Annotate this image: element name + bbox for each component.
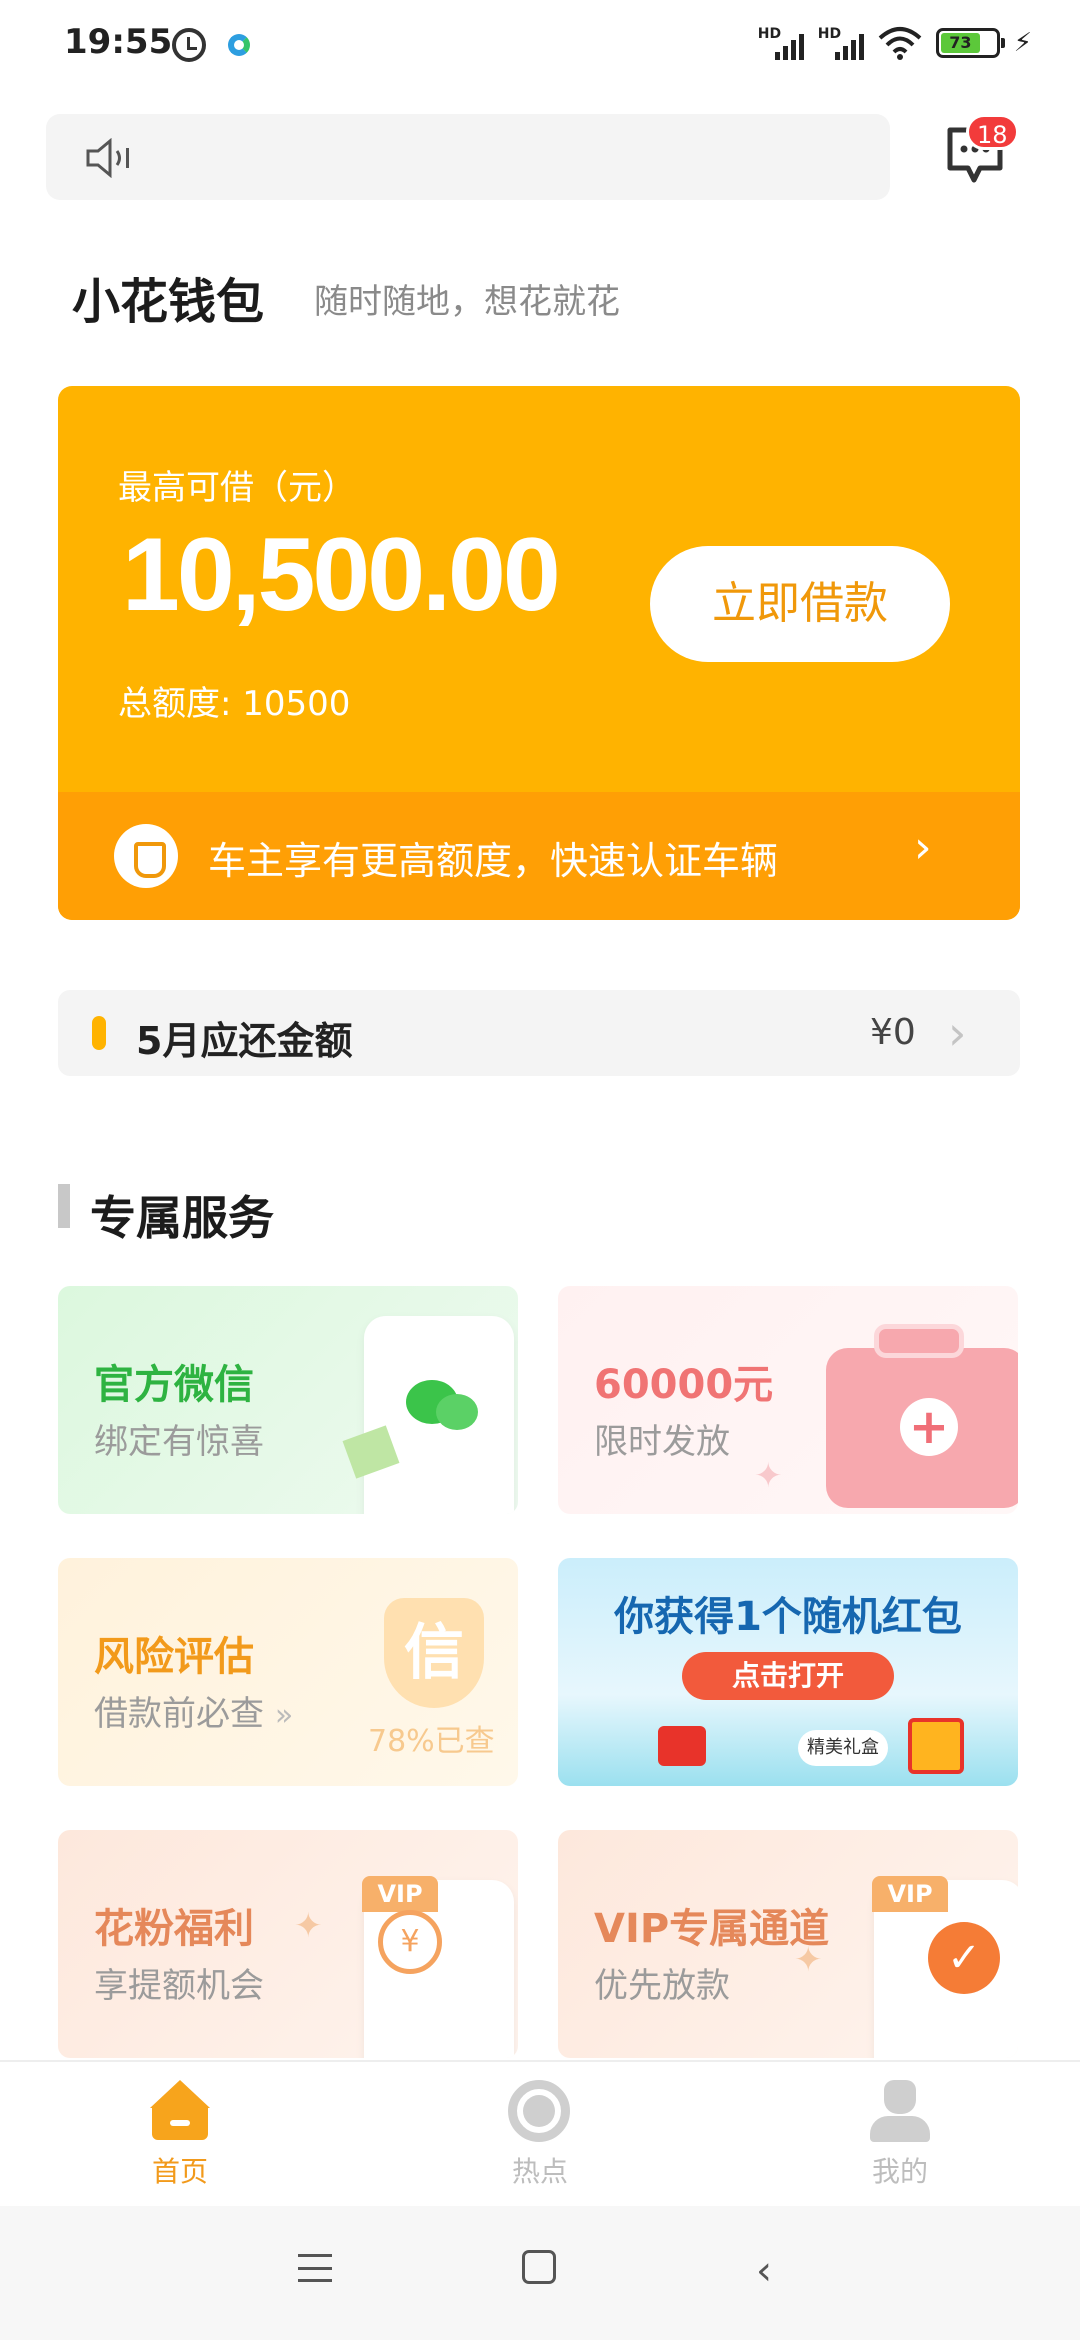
tab-hot[interactable]: 热点 — [470, 2080, 610, 2200]
red-packet-icon — [658, 1726, 706, 1766]
system-nav-bar: ‹ — [0, 2206, 1080, 2340]
car-verify-banner[interactable]: 车主享有更高额度，快速认证车辆 › — [58, 792, 1020, 920]
tab-label: 首页 — [151, 2155, 208, 2188]
repayment-accent — [92, 1016, 106, 1050]
car-verify-text: 车主享有更高额度，快速认证车辆 — [208, 839, 779, 883]
home-icon — [148, 2080, 212, 2142]
tab-home[interactable]: 首页 — [110, 2080, 250, 2200]
battery-level: 73 — [940, 33, 981, 53]
status-indicators: HD HD 73 ⚡ — [758, 26, 1032, 60]
service-subtitle: 享提额机会 — [94, 1966, 264, 2006]
sparkle-icon: ✦ — [294, 1906, 323, 1946]
double-chevron-icon: » — [274, 1698, 294, 1733]
alarm-icon — [172, 28, 206, 62]
chevron-right-icon: › — [914, 822, 932, 873]
section-title: 专属服务 — [90, 1191, 274, 1245]
service-title: 官方微信 — [94, 1362, 254, 1408]
message-badge: 18 — [966, 114, 1019, 150]
vip-tag: VIP — [872, 1876, 948, 1912]
bottom-tab-bar: 首页 热点 我的 — [0, 2060, 1080, 2206]
red-packet-title: 你获得1个随机红包 — [614, 1594, 962, 1640]
recent-apps-icon[interactable] — [298, 2254, 332, 2282]
wechat-icon-secondary — [436, 1394, 478, 1430]
max-loan-label: 最高可借（元） — [118, 468, 356, 508]
section-accent — [58, 1184, 70, 1228]
tab-label: 热点 — [511, 2155, 568, 2188]
charging-icon: ⚡ — [1013, 28, 1032, 58]
brand-name: 小花钱包 — [72, 274, 265, 330]
vip-tag: VIP — [362, 1876, 438, 1912]
medical-box-icon: + — [826, 1324, 1018, 1508]
max-loan-amount: 10,500.00 — [122, 517, 561, 633]
battery-icon: 73 — [935, 28, 1005, 58]
sparkle-icon: ✦ — [794, 1940, 823, 1980]
hd-signal-icon: HD — [758, 26, 804, 60]
check-coin-icon: ✓ — [928, 1922, 1000, 1994]
back-icon[interactable]: ‹ — [756, 2248, 772, 2294]
brand-slogan: 随时随地，想花就花 — [314, 282, 620, 322]
total-credit: 总额度: 10500 — [118, 684, 351, 724]
notice-bar[interactable] — [46, 114, 890, 200]
car-badge-icon — [114, 824, 178, 888]
service-card-vip-channel[interactable]: VIP专属通道 优先放款 VIP ✓ ✦ — [558, 1830, 1018, 2058]
home-button-icon[interactable] — [522, 2250, 556, 2284]
yen-coin-icon: ¥ — [378, 1910, 442, 1974]
service-title: 60000元 — [594, 1362, 774, 1408]
service-card-promo[interactable]: 60000元 限时发放 + ✦ — [558, 1286, 1018, 1514]
service-card-wechat[interactable]: 官方微信 绑定有惊喜 — [58, 1286, 518, 1514]
service-subtitle: 优先放款 — [594, 1966, 730, 2006]
red-packet-banner[interactable]: 你获得1个随机红包 点击打开 精美礼盒 — [558, 1558, 1018, 1786]
service-subtitle: 借款前必查 » — [94, 1694, 294, 1734]
hot-icon — [508, 2080, 572, 2142]
gift-box-label: 精美礼盒 — [798, 1730, 888, 1766]
tab-me[interactable]: 我的 — [830, 2080, 970, 2200]
service-title: 风险评估 — [94, 1634, 254, 1680]
service-card-risk[interactable]: 风险评估 借款前必查 » 信 78%已查 — [58, 1558, 518, 1786]
repayment-title: 5月应还金额 — [136, 1019, 353, 1063]
sparkle-icon: ✦ — [754, 1456, 783, 1496]
chevron-right-icon: › — [948, 1006, 967, 1060]
speaker-icon — [86, 138, 129, 178]
status-time: 19:55 — [64, 22, 173, 62]
borrow-now-button[interactable]: 立即借款 — [650, 546, 950, 662]
open-red-packet-button[interactable]: 点击打开 — [682, 1652, 894, 1700]
service-card-fan-welfare[interactable]: 花粉福利 享提额机会 VIP ¥ ✦ — [58, 1830, 518, 2058]
profile-icon — [868, 2080, 932, 2142]
service-subtitle: 限时发放 — [594, 1422, 730, 1462]
repayment-value: ¥0 — [870, 1012, 916, 1053]
checked-percent: 78%已查 — [368, 1724, 495, 1759]
app-status-icon — [228, 34, 250, 56]
status-bar: 19:55 HD HD 73 ⚡ — [0, 0, 1080, 96]
service-title: 花粉福利 — [94, 1906, 254, 1952]
hd-signal-icon: HD — [818, 26, 864, 60]
service-subtitle: 绑定有惊喜 — [94, 1422, 264, 1462]
gift-box-icon — [908, 1718, 964, 1774]
tab-label: 我的 — [871, 2155, 928, 2188]
loan-card: 最高可借（元） 10,500.00 总额度: 10500 立即借款 车主享有更高… — [58, 386, 1020, 920]
wifi-icon — [878, 27, 922, 60]
repayment-row[interactable]: 5月应还金额 ¥0 › — [58, 990, 1020, 1076]
credit-shield-icon: 信 — [384, 1598, 484, 1708]
